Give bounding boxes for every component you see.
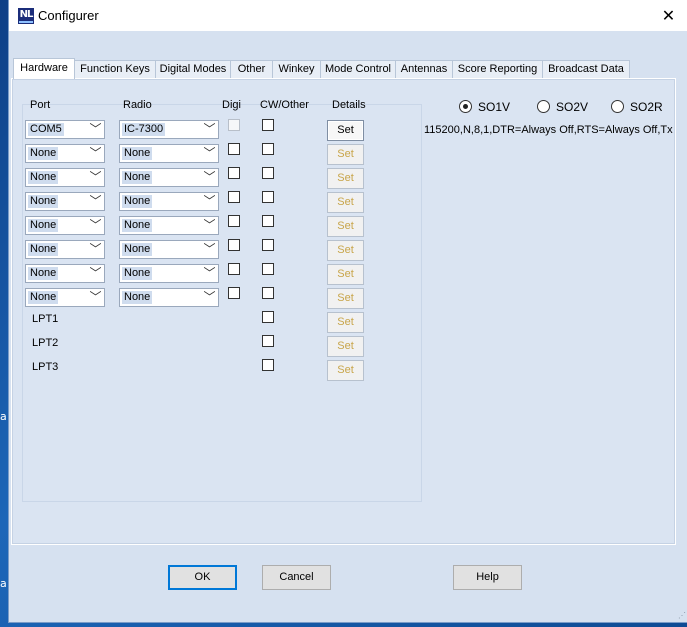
chevron-down-icon: ﹀ [89,194,102,208]
cw-other-checkbox[interactable] [262,239,274,251]
cw-other-checkbox[interactable] [262,335,274,347]
chevron-down-icon: ﹀ [89,218,102,232]
cw-other-checkbox[interactable] [262,263,274,275]
digi-checkbox[interactable] [228,215,240,227]
radio-select[interactable]: None ﹀ [119,264,219,283]
port-select[interactable]: COM5 ﹀ [25,120,105,139]
digi-checkbox[interactable] [228,191,240,203]
lpt2-label: LPT2 [32,337,59,349]
chevron-down-icon: ﹀ [203,218,216,232]
set-button: Set [327,312,364,333]
port-details-text: 115200,N,8,1,DTR=Always Off,RTS=Always O… [424,124,673,136]
chevron-down-icon: ﹀ [89,146,102,160]
set-button: Set [327,216,364,237]
help-button[interactable]: Help [453,565,522,590]
tab-winkey[interactable]: Winkey [272,60,321,78]
chevron-down-icon: ﹀ [203,242,216,256]
chevron-down-icon: ﹀ [89,122,102,136]
port-select[interactable]: None ﹀ [25,144,105,163]
port-select[interactable]: None ﹀ [25,216,105,235]
window-title: Configurer [38,8,99,23]
port-select[interactable]: None ﹀ [25,168,105,187]
cancel-button[interactable]: Cancel [262,565,331,590]
radio-select[interactable]: None ﹀ [119,168,219,187]
set-button[interactable]: Set [327,120,364,141]
port-select[interactable]: None ﹀ [25,288,105,307]
chevron-down-icon: ﹀ [203,170,216,184]
set-button: Set [327,192,364,213]
desktop-text-fragment: a [0,410,7,423]
chevron-down-icon: ﹀ [203,146,216,160]
cw-other-checkbox[interactable] [262,215,274,227]
resize-grip-icon[interactable]: ⋰ [678,611,686,620]
chevron-down-icon: ﹀ [203,290,216,304]
so2r-label: SO2R [630,100,663,114]
so2r-radio[interactable] [611,100,624,113]
ok-button[interactable]: OK [168,565,237,590]
radio-select[interactable]: None ﹀ [119,144,219,163]
chevron-down-icon: ﹀ [203,122,216,136]
tab-antennas[interactable]: Antennas [395,60,453,78]
so1v-label: SO1V [478,100,511,114]
port-select[interactable]: None ﹀ [25,240,105,259]
radio-select[interactable]: IC-7300 ﹀ [119,120,219,139]
digi-checkbox[interactable] [228,287,240,299]
radio-select[interactable]: None ﹀ [119,216,219,235]
cw-other-checkbox[interactable] [262,359,274,371]
cw-other-checkbox[interactable] [262,287,274,299]
chevron-down-icon: ﹀ [89,170,102,184]
set-button: Set [327,288,364,309]
tab-broadcast-data[interactable]: Broadcast Data [542,60,630,78]
tab-mode-control[interactable]: Mode Control [320,60,396,78]
tab-hardware[interactable]: Hardware [13,58,75,79]
set-button: Set [327,360,364,381]
title-bar[interactable]: NL Configurer ✕ [9,0,687,31]
chevron-down-icon: ﹀ [89,290,102,304]
set-button: Set [327,168,364,189]
configurer-window: NL Configurer ✕ Hardware Function Keys D… [8,0,687,623]
set-button: Set [327,144,364,165]
radio-column-header: Radio [123,99,152,111]
n1mm-logo-icon: NL [18,8,34,24]
radio-select[interactable]: None ﹀ [119,192,219,211]
set-button: Set [327,240,364,261]
digi-checkbox [228,119,240,131]
so2v-label: SO2V [556,100,589,114]
port-select[interactable]: None ﹀ [25,264,105,283]
desktop-text-fragment: a [0,577,7,590]
details-column-header: Details [332,99,366,111]
tab-digital-modes[interactable]: Digital Modes [155,60,231,78]
close-icon[interactable]: ✕ [649,0,687,31]
digi-checkbox[interactable] [228,143,240,155]
port-column-header: Port [30,99,51,111]
cw-other-checkbox[interactable] [262,143,274,155]
tab-score-reporting[interactable]: Score Reporting [452,60,543,78]
so1v-radio[interactable] [459,100,472,113]
chevron-down-icon: ﹀ [203,194,216,208]
so2v-radio[interactable] [537,100,550,113]
chevron-down-icon: ﹀ [89,266,102,280]
cw-other-checkbox[interactable] [262,191,274,203]
chevron-down-icon: ﹀ [89,242,102,256]
digi-checkbox[interactable] [228,239,240,251]
set-button: Set [327,336,364,357]
tab-function-keys[interactable]: Function Keys [74,60,156,78]
lpt3-label: LPT3 [32,361,59,373]
cw-other-column-header: CW/Other [260,99,309,111]
cw-other-checkbox[interactable] [262,311,274,323]
radio-select[interactable]: None ﹀ [119,288,219,307]
digi-column-header: Digi [222,99,241,111]
tab-other[interactable]: Other [230,60,273,78]
cw-other-checkbox[interactable] [262,119,274,131]
port-select[interactable]: None ﹀ [25,192,105,211]
cw-other-checkbox[interactable] [262,167,274,179]
chevron-down-icon: ﹀ [203,266,216,280]
digi-checkbox[interactable] [228,263,240,275]
set-button: Set [327,264,364,285]
lpt1-label: LPT1 [32,313,59,325]
digi-checkbox[interactable] [228,167,240,179]
radio-select[interactable]: None ﹀ [119,240,219,259]
